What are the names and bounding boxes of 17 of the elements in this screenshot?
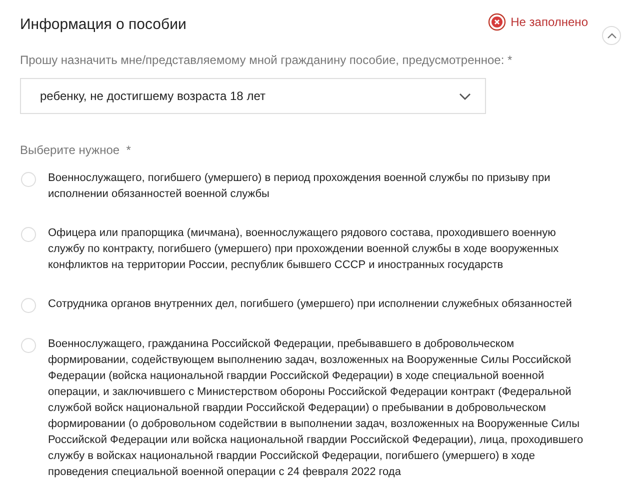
option-text: Военнослужащего, погибшего (умершего) в период прохождения военной службы по призыву при исполнении обязанностей военной службы — [48, 171, 552, 202]
radio-button[interactable] — [21, 338, 36, 353]
error-icon — [488, 13, 506, 31]
radio-button[interactable] — [21, 298, 36, 313]
group-label: Выберите нужное * — [20, 142, 132, 159]
collapse-button[interactable] — [602, 26, 621, 45]
option-text: Сотрудника органов внутренних дел, погибшего (умершего) при исполнении служебных обязанностей — [48, 297, 573, 312]
radio-button[interactable] — [21, 172, 36, 187]
option-text: Военнослужащего, гражданина Российской Федерации, пребывавшего в добровольческом формировании, содействующем выполнению задач, возложенных на Вооруженные Силы Российской Федерации (войска национальной гвардии Российской Федерации) в ходе специальной военной операции, и заключившего с Министерством обороны Российской Федерации контракт (Федеральной службой войск национальной гвардии Российской Федерации) о пребывании в добровольческом формировании (о добровольном содействии в выполнении задач, возложенных на Вооруженные Силы Российской Федерации или войска национальной гвардии Российской Федерации), лица, проходившего службу в войсках национальной гвардии Российской Федерации, погибшего (умершего) в ходе проведения специальной военной операции с 24 февраля 2022 года — [48, 337, 584, 480]
chevron-down-icon — [459, 92, 471, 100]
section-title: Информация о пособии — [20, 15, 188, 35]
option-text: Офицера или прапорщика (мичмана), военнослужащего рядового состава, проходившего военную службу по контракту, погибшего (умершего) при прохождении военной службы в ходе вооруженных конфликтов на территории России, республик бывшего СССР и иностранных государств — [48, 226, 560, 273]
radio-button[interactable] — [21, 227, 36, 242]
field-label: Прошу назначить мне/представляемому мной гражданину пособие, предусмотренное: * — [20, 52, 514, 69]
status-text: Не заполнено — [510, 14, 588, 31]
chevron-icon — [606, 32, 616, 38]
benefit-select[interactable]: ребенку, не достигшему возраста 18 лет — [20, 78, 486, 114]
